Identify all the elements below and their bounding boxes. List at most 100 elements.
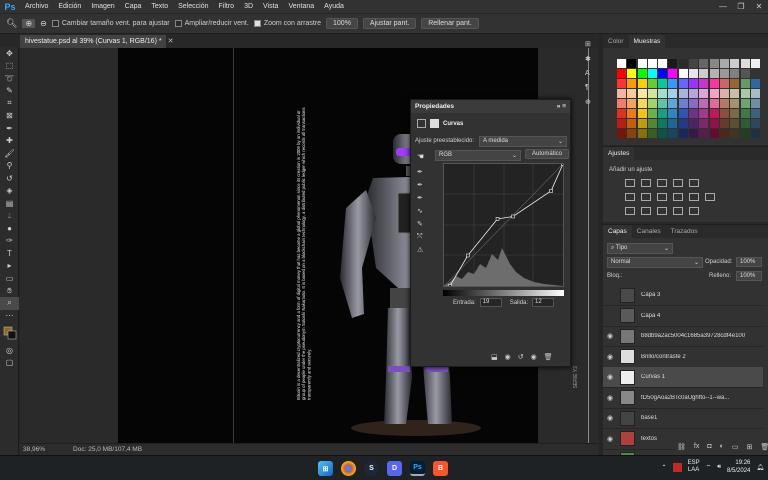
move-tool-icon[interactable]: ✥ [0,47,19,60]
swatch[interactable] [637,119,647,128]
swatch[interactable] [658,89,668,98]
swatch[interactable] [627,99,637,108]
swatch[interactable] [647,69,657,78]
swatch[interactable] [678,59,688,68]
curve-point[interactable] [495,217,500,221]
swatch[interactable] [709,79,719,88]
swatch[interactable] [647,99,657,108]
preset-select[interactable]: A medida ⌄ [479,136,567,147]
color-lookup-icon[interactable] [705,193,715,201]
swatch[interactable] [709,99,719,108]
view-previous-icon[interactable]: ◉ [505,353,511,361]
menu-capa[interactable]: Capa [120,3,147,10]
zoom-tool-icon[interactable]: 🔍︎ [6,18,17,29]
zoom-in-icon[interactable]: ⊕ [22,19,36,28]
swatch[interactable] [730,119,740,128]
document-tab[interactable]: hivestatue.psd al 39% (Curvas 1, RGB/16)… [20,35,173,48]
mask-icon[interactable] [430,119,439,128]
swatch[interactable] [719,69,729,78]
glyph-panel-icon[interactable]: ⊕ [585,98,591,106]
bw-adjust-icon[interactable] [657,193,667,201]
swatch[interactable] [668,59,678,68]
swatch[interactable] [678,109,688,118]
swatch[interactable] [750,119,760,128]
layer-row[interactable]: Capa 3 [603,285,763,306]
frame-tool-icon[interactable]: ⊠ [0,110,19,123]
healing-tool-icon[interactable]: ✚ [0,135,19,148]
link-icon[interactable]: ⛓ [677,443,686,451]
layer-row[interactable]: ◉ Curvas 1 [603,367,763,388]
close-tab-icon[interactable]: ✕ [168,38,174,45]
swatch[interactable] [689,119,699,128]
menu-edicion[interactable]: Edición [53,3,86,10]
curves-adjust-icon[interactable] [657,179,667,187]
pencil-icon[interactable]: ✎ [417,220,423,228]
swatch[interactable] [617,59,626,68]
layer-name[interactable]: base1 [641,415,657,421]
swatch[interactable] [689,99,699,108]
swatch[interactable] [627,119,637,128]
swatch[interactable] [668,79,678,88]
swatch[interactable] [689,59,699,68]
swatch[interactable] [740,89,750,98]
hand-tool-icon[interactable]: ✋︎ [0,285,19,298]
discord-icon[interactable]: D [387,461,402,476]
pen-tool-icon[interactable]: ✑ [0,235,19,248]
clip-to-layer-icon[interactable]: ⬓ [491,353,498,361]
menu-archivo[interactable]: Archivo [20,3,53,10]
swatch[interactable] [658,99,668,108]
swatch[interactable] [637,69,647,78]
swatch[interactable] [750,129,760,138]
menu-3d[interactable]: 3D [239,3,258,10]
swatch[interactable] [750,79,760,88]
color-swatches-icon[interactable] [0,322,19,344]
swatch[interactable] [617,79,626,88]
restore-icon[interactable]: ❐ [732,0,750,13]
zoom-100-button[interactable]: 100% [326,18,358,29]
menu-vista[interactable]: Vista [258,3,283,10]
swatch[interactable] [750,99,760,108]
brave-icon[interactable]: B [433,461,448,476]
swatch[interactable] [699,79,709,88]
chrome-icon[interactable] [341,461,356,476]
swatch[interactable] [699,89,709,98]
blend-mode-select[interactable]: Normal ⌄ [607,257,703,268]
curve-edit-icon[interactable]: ∿ [417,207,423,215]
swatch[interactable] [647,59,657,68]
windows-start-icon[interactable]: ⊞ [318,461,333,476]
swatch[interactable] [740,109,750,118]
swatch[interactable] [740,99,750,108]
menu-seleccion[interactable]: Selección [173,3,213,10]
exposure-adjust-icon[interactable] [673,179,683,187]
tab-adjustments[interactable]: Ajustes [603,147,635,160]
channel-select[interactable]: RGB ⌄ [435,150,521,161]
swatch[interactable] [617,69,626,78]
swatch[interactable] [668,89,678,98]
swatch[interactable] [647,79,657,88]
swatch[interactable] [647,89,657,98]
clock[interactable]: 19:26 8/5/2024 [727,459,750,475]
photo-filter-icon[interactable] [673,193,683,201]
layer-name[interactable]: b8db9a2ac5004c1685a39728cdf4e100 [641,333,745,339]
input-field[interactable]: 19 [479,298,502,307]
swatch[interactable] [668,99,678,108]
swatch[interactable] [740,119,750,128]
visibility-eye-icon[interactable]: ◉ [603,394,617,402]
posterize-icon[interactable] [641,207,651,215]
swatch[interactable] [719,129,729,138]
swatch[interactable] [668,69,678,78]
invert-icon[interactable] [625,207,635,215]
screen-mode-icon[interactable]: ▢ [0,357,19,370]
character-panel-icon[interactable]: A [585,70,591,77]
swatch[interactable] [668,109,678,118]
swatch[interactable] [699,59,709,68]
gradient-map-icon[interactable] [673,207,683,215]
properties-header[interactable]: Propiedades » ≡ [411,100,570,113]
channel-mixer-icon[interactable] [689,193,699,201]
fx-icon[interactable]: fx [694,443,699,451]
vibrance-adjust-icon[interactable] [689,179,699,187]
swatch[interactable] [658,79,668,88]
swatch[interactable] [709,119,719,128]
gradient-tool-icon[interactable]: ▤ [0,197,19,210]
layer-row[interactable]: Capa 4 [603,306,763,327]
